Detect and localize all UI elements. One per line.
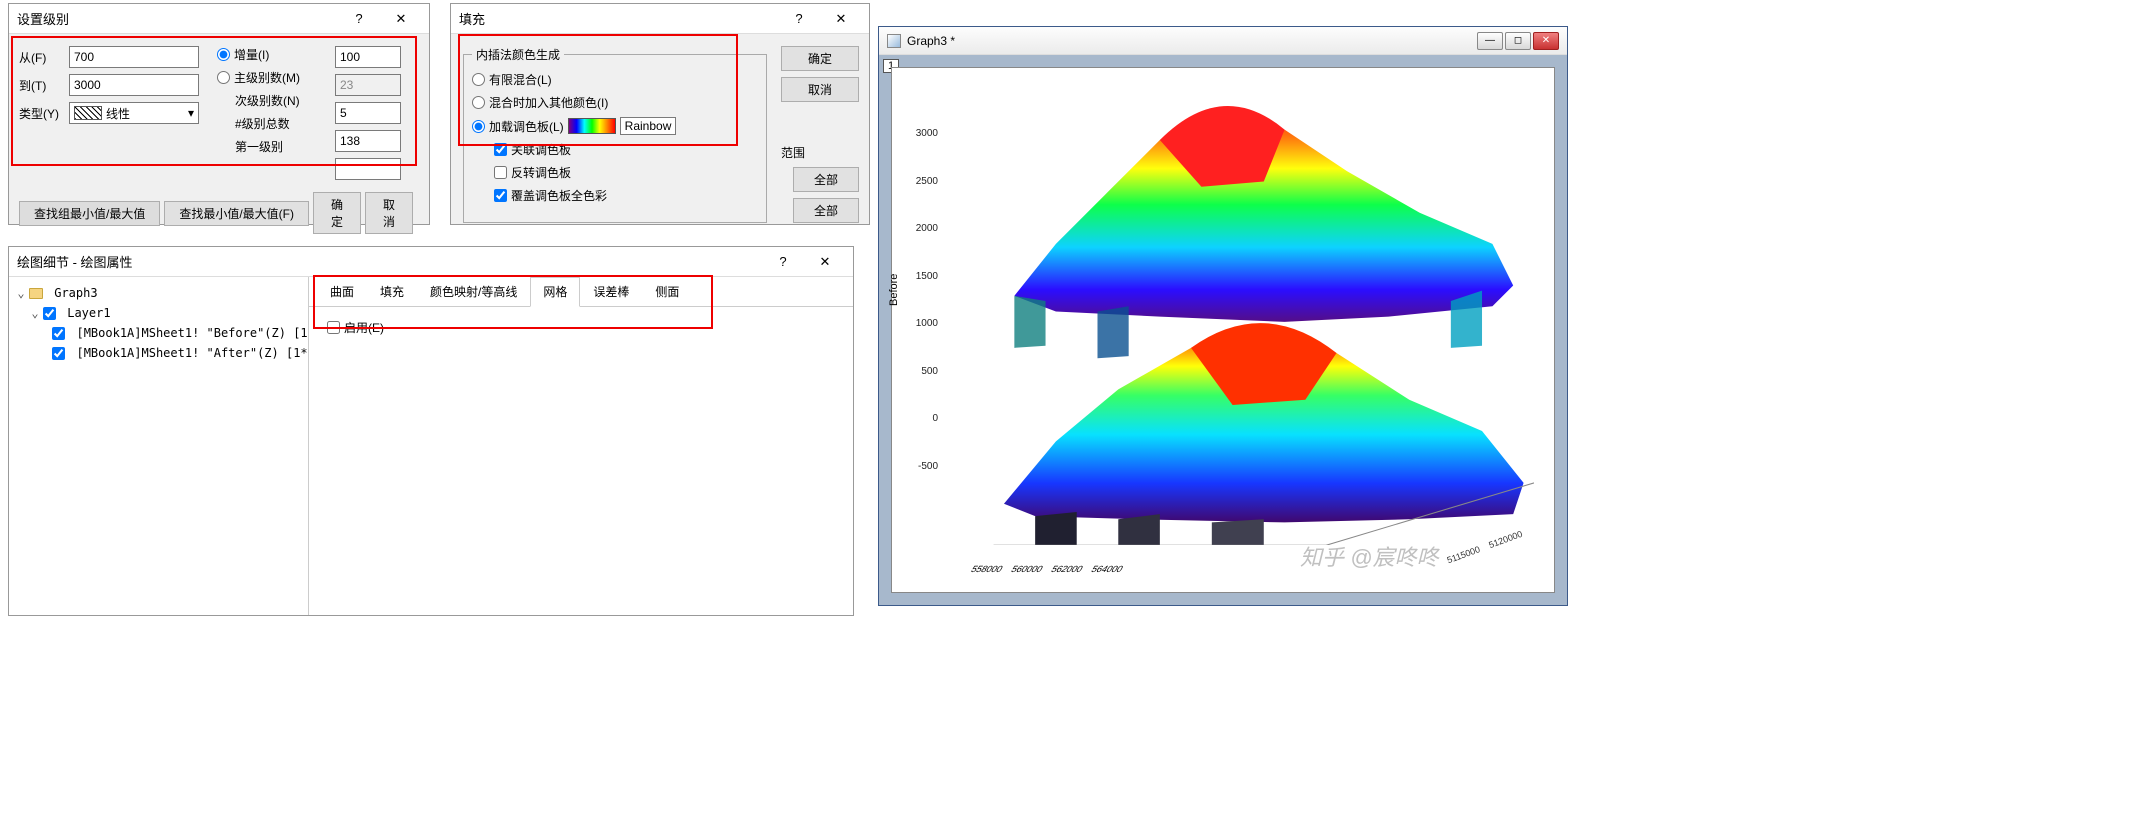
tab-colormap[interactable]: 颜色映射/等高线 xyxy=(417,277,530,306)
close-button[interactable]: ✕ xyxy=(805,251,845,273)
close-button[interactable]: ✕ xyxy=(1533,32,1559,50)
graph-icon xyxy=(887,34,901,48)
from-label: 从(F) xyxy=(19,49,63,66)
interpolation-legend: 内插法颜色生成 xyxy=(472,46,564,63)
set-levels-dialog: 设置级别 ? ✕ 从(F) 到(T) 类型(Y) 线性 ▾ xyxy=(8,3,430,225)
link-palette-label: 关联调色板 xyxy=(511,141,571,158)
total-levels-input[interactable] xyxy=(335,130,401,152)
expander-icon[interactable]: ⌄ xyxy=(15,283,27,303)
range-all-button-2[interactable]: 全部 xyxy=(793,198,859,223)
to-label: 到(T) xyxy=(19,77,63,94)
enable-mesh-label: 启用(E) xyxy=(344,319,384,336)
plot-tree-panel: ⌄ Graph3 ⌄ Layer1 [MBook1A]MSheet1! "Bef… xyxy=(9,277,309,615)
tab-errorbar[interactable]: 误差棒 xyxy=(580,277,642,306)
cancel-button[interactable]: 取消 xyxy=(365,192,413,234)
tree-data-before[interactable]: [MBook1A]MSheet1! "Before"(Z) [1*:8575 xyxy=(15,323,302,343)
major-levels-input[interactable] xyxy=(335,74,401,96)
full-palette-check[interactable] xyxy=(494,189,507,202)
link-palette-check[interactable] xyxy=(494,143,507,156)
minor-levels-label: 次级别数(N) xyxy=(235,92,300,109)
flip-palette-label: 反转调色板 xyxy=(511,164,571,181)
fill-title: 填充 xyxy=(459,9,485,28)
to-input[interactable] xyxy=(69,74,199,96)
close-button[interactable]: ✕ xyxy=(821,8,861,30)
help-button[interactable]: ? xyxy=(779,8,819,30)
before-check[interactable] xyxy=(52,327,65,340)
after-check[interactable] xyxy=(52,347,65,360)
help-button[interactable]: ? xyxy=(339,8,379,30)
chevron-down-icon: ▾ xyxy=(188,106,194,120)
major-levels-label: 主级别数(M) xyxy=(234,69,300,86)
maximize-button[interactable]: ◻ xyxy=(1505,32,1531,50)
pattern-icon xyxy=(74,106,102,120)
interpolation-group: 内插法颜色生成 有限混合(L) 混合时加入其他颜色(I) 加载调色板(L) Ra… xyxy=(463,46,767,223)
range-all-button[interactable]: 全部 xyxy=(793,167,859,192)
full-palette-label: 覆盖调色板全色彩 xyxy=(511,187,607,204)
tab-side[interactable]: 侧面 xyxy=(642,277,692,306)
mix-extra-radio[interactable] xyxy=(472,96,485,109)
plot-details-titlebar: 绘图细节 - 绘图属性 ? ✕ xyxy=(9,247,853,277)
type-label: 类型(Y) xyxy=(19,105,63,122)
tree-root[interactable]: ⌄ Graph3 xyxy=(15,283,302,303)
load-palette-radio[interactable] xyxy=(472,120,485,133)
mix-extra-label: 混合时加入其他颜色(I) xyxy=(489,94,608,111)
range-label: 范围 xyxy=(781,144,859,161)
graph-titlebar[interactable]: Graph3 * — ◻ ✕ xyxy=(879,27,1567,55)
enable-mesh-check[interactable] xyxy=(327,321,340,334)
find-minmax-button[interactable]: 查找最小值/最大值(F) xyxy=(164,201,309,226)
plot-details-dialog: 绘图细节 - 绘图属性 ? ✕ ⌄ Graph3 ⌄ Layer1 [MBook… xyxy=(8,246,854,616)
plot-details-content: 曲面 填充 颜色映射/等高线 网格 误差棒 侧面 启用(E) xyxy=(309,277,853,615)
graph-title: Graph3 * xyxy=(907,34,955,48)
set-levels-titlebar: 设置级别 ? ✕ xyxy=(9,4,429,34)
x-axis-ticks: 558000 560000 562000 564000 xyxy=(969,564,1125,574)
palette-name[interactable]: Rainbow xyxy=(620,117,677,135)
minimize-button[interactable]: — xyxy=(1477,32,1503,50)
cancel-button[interactable]: 取消 xyxy=(781,77,859,102)
fill-titlebar: 填充 ? ✕ xyxy=(451,4,869,34)
z-axis-label: Before xyxy=(888,274,900,306)
tree-layer[interactable]: ⌄ Layer1 xyxy=(15,303,302,323)
tree-data-after[interactable]: [MBook1A]MSheet1! "After"(Z) [1*:8575C xyxy=(15,343,302,363)
help-button[interactable]: ? xyxy=(763,251,803,273)
surface-plot xyxy=(952,88,1534,545)
limited-mix-label: 有限混合(L) xyxy=(489,71,552,88)
plot-tabs: 曲面 填充 颜色映射/等高线 网格 误差棒 侧面 xyxy=(309,277,853,307)
graph-canvas[interactable]: 3000 2500 2000 1500 1000 500 0 -500 Befo… xyxy=(891,67,1555,593)
plot-details-title: 绘图细节 - 绘图属性 xyxy=(17,252,133,271)
increment-radio[interactable] xyxy=(217,48,230,61)
tab-mesh[interactable]: 网格 xyxy=(530,277,580,307)
increment-input[interactable] xyxy=(335,46,401,68)
first-level-input[interactable] xyxy=(335,158,401,180)
watermark: 知乎 @宸咚咚 xyxy=(1300,540,2128,814)
major-levels-radio[interactable] xyxy=(217,71,230,84)
fill-dialog: 填充 ? ✕ 内插法颜色生成 有限混合(L) 混合时加入其他颜色(I) 加载调色… xyxy=(450,3,870,225)
load-palette-label: 加载调色板(L) xyxy=(489,118,564,135)
from-input[interactable] xyxy=(69,46,199,68)
z-axis-ticks: 3000 2500 2000 1500 1000 500 0 -500 xyxy=(904,128,938,472)
find-group-minmax-button[interactable]: 查找组最小值/最大值 xyxy=(19,201,160,226)
folder-icon xyxy=(29,288,43,299)
increment-label: 增量(I) xyxy=(234,46,269,63)
total-levels-label: #级别总数 xyxy=(235,115,290,132)
limited-mix-radio[interactable] xyxy=(472,73,485,86)
ok-button[interactable]: 确定 xyxy=(313,192,361,234)
expander-icon[interactable]: ⌄ xyxy=(29,303,41,323)
graph-window: Graph3 * — ◻ ✕ 1 3000 2500 2000 1500 100… xyxy=(878,26,1568,606)
flip-palette-check[interactable] xyxy=(494,166,507,179)
ok-button[interactable]: 确定 xyxy=(781,46,859,71)
palette-preview-icon xyxy=(568,118,616,134)
close-button[interactable]: ✕ xyxy=(381,8,421,30)
type-select[interactable]: 线性 ▾ xyxy=(69,102,199,124)
tab-surface[interactable]: 曲面 xyxy=(317,277,367,306)
layer-check[interactable] xyxy=(43,307,56,320)
first-level-label: 第一级别 xyxy=(235,138,283,155)
set-levels-title: 设置级别 xyxy=(17,9,69,28)
minor-levels-input[interactable] xyxy=(335,102,401,124)
tab-fill[interactable]: 填充 xyxy=(367,277,417,306)
